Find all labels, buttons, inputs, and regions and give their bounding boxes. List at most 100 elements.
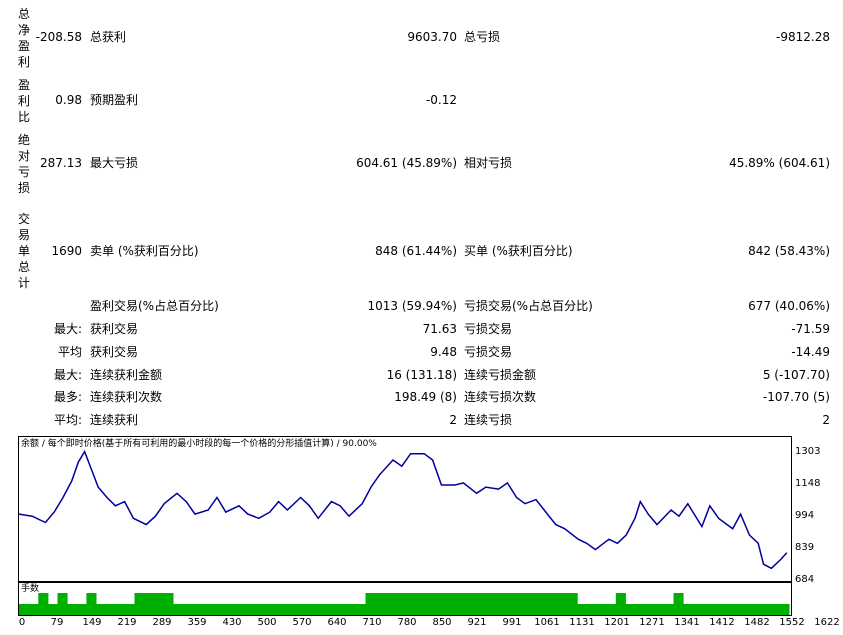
x-tick-label: 1201 bbox=[604, 617, 630, 628]
volume-bar bbox=[96, 604, 107, 615]
stat-row-left-label: 获利交易 bbox=[90, 345, 139, 359]
profit-trades-label: 盈利交易(%占总百分比) bbox=[90, 299, 219, 313]
x-tick-label: 1061 bbox=[534, 617, 560, 628]
stat-row-left-value: 16 (131.18) bbox=[386, 368, 457, 382]
volume-bar bbox=[394, 593, 405, 615]
volume-bar bbox=[19, 604, 30, 615]
stat-row-right-label: 亏损交易 bbox=[464, 345, 513, 359]
stat-row-right-value: -14.49 bbox=[791, 345, 830, 359]
stat-row-right-value: 2 bbox=[822, 413, 830, 427]
x-tick-label: 430 bbox=[222, 617, 242, 628]
volume-bar bbox=[86, 593, 97, 615]
x-tick-label: 1412 bbox=[709, 617, 735, 628]
volume-bar bbox=[67, 604, 78, 615]
volume-bar bbox=[221, 604, 232, 615]
volume-bar bbox=[134, 593, 145, 615]
volume-bar bbox=[384, 593, 395, 615]
volume-bar bbox=[596, 604, 607, 615]
balance-line bbox=[19, 449, 788, 570]
volume-bar bbox=[663, 604, 674, 615]
x-tick-label: 780 bbox=[397, 617, 417, 628]
volume-chart-svg bbox=[19, 593, 790, 615]
stat-row-left-label: 连续获利 bbox=[90, 413, 139, 427]
volume-bar bbox=[404, 593, 415, 615]
stat-row-prefix: 最大: bbox=[53, 368, 82, 382]
stat-row-right-label: 连续亏损次数 bbox=[464, 390, 537, 404]
x-tick-label: 149 bbox=[82, 617, 102, 628]
rel-drawdown-value: 45.89% (604.61) bbox=[729, 156, 830, 170]
x-tick-label: 1341 bbox=[674, 617, 700, 628]
balance-chart-svg bbox=[19, 449, 788, 570]
stat-row-prefix: 平均: bbox=[53, 413, 82, 427]
y-tick-label: 1148 bbox=[795, 478, 821, 489]
volume-bar bbox=[76, 604, 87, 615]
profit-trades-value: 1013 (59.94%) bbox=[367, 299, 457, 313]
volume-bar bbox=[211, 604, 222, 615]
x-tick-label: 921 bbox=[467, 617, 487, 628]
stat-row-left-label: 连续获利次数 bbox=[90, 390, 163, 404]
x-tick-label: 1622 bbox=[814, 617, 840, 628]
x-tick-label: 640 bbox=[327, 617, 347, 628]
max-drawdown-label: 最大亏损 bbox=[90, 156, 139, 170]
volume-bar bbox=[105, 604, 116, 615]
volume-bar bbox=[721, 604, 732, 615]
balance-chart: 余额 / 每个即时价格(基于所有可利用的最小时段的每一个价格的分形插值计算) /… bbox=[18, 436, 792, 582]
x-tick-label: 1552 bbox=[779, 617, 805, 628]
volume-bar bbox=[278, 604, 289, 615]
x-tick-label: 1131 bbox=[569, 617, 595, 628]
volume-bar bbox=[269, 604, 280, 615]
volume-bar bbox=[28, 604, 39, 615]
stat-row-left-label: 连续获利金额 bbox=[90, 368, 163, 382]
volume-bar bbox=[442, 593, 453, 615]
gross-profit-label: 总获利 bbox=[90, 30, 127, 44]
volume-label: 手数 bbox=[21, 584, 40, 594]
volume-bar bbox=[577, 604, 588, 615]
net-profit-value: -208.58 bbox=[35, 30, 82, 44]
stat-row-right-label: 连续亏损金额 bbox=[464, 368, 537, 382]
volume-bar bbox=[538, 593, 549, 615]
volume-bar bbox=[432, 593, 443, 615]
short-positions-value: 848 (61.44%) bbox=[375, 244, 457, 258]
stat-row-right-value: -71.59 bbox=[791, 322, 830, 336]
gross-profit-value: 9603.70 bbox=[407, 30, 457, 44]
volume-bar bbox=[182, 604, 193, 615]
volume-bar bbox=[327, 604, 338, 615]
total-trades-value: 1690 bbox=[51, 244, 82, 258]
x-tick-label: 79 bbox=[50, 617, 64, 628]
gross-loss-value: -9812.28 bbox=[776, 30, 830, 44]
volume-bar bbox=[615, 593, 626, 615]
x-tick-label: 359 bbox=[187, 617, 207, 628]
volume-bar bbox=[375, 593, 386, 615]
volume-bar bbox=[548, 593, 559, 615]
y-tick-label: 994 bbox=[795, 510, 815, 521]
stat-row-left-label: 获利交易 bbox=[90, 322, 139, 336]
short-positions-label: 卖单 (%获利百分比) bbox=[90, 244, 199, 258]
volume-bar bbox=[509, 593, 520, 615]
volume-bar bbox=[115, 604, 126, 615]
volume-bar bbox=[355, 604, 366, 615]
stat-row-right-label: 亏损交易 bbox=[464, 322, 513, 336]
volume-bar bbox=[558, 593, 569, 615]
volume-bar bbox=[413, 593, 424, 615]
long-positions-label: 买单 (%获利百分比) bbox=[464, 244, 573, 258]
volume-bar bbox=[635, 604, 646, 615]
x-tick-label: 850 bbox=[432, 617, 452, 628]
x-tick-label: 570 bbox=[292, 617, 312, 628]
volume-bar bbox=[567, 593, 578, 615]
volume-bar bbox=[240, 604, 251, 615]
volume-bar bbox=[471, 593, 482, 615]
x-tick-label: 991 bbox=[502, 617, 522, 628]
volume-bar bbox=[673, 593, 684, 615]
x-tick-label: 1271 bbox=[639, 617, 665, 628]
volume-bar bbox=[625, 604, 636, 615]
volume-bar bbox=[307, 604, 318, 615]
volume-bar bbox=[144, 593, 155, 615]
stat-row-left-value: 198.49 (8) bbox=[394, 390, 457, 404]
y-tick-label: 839 bbox=[795, 542, 815, 553]
max-drawdown-value: 604.61 (45.89%) bbox=[356, 156, 457, 170]
volume-bar bbox=[779, 604, 790, 615]
long-positions-value: 842 (58.43%) bbox=[748, 244, 830, 258]
volume-bar bbox=[298, 604, 309, 615]
volume-bar bbox=[317, 604, 328, 615]
volume-bar bbox=[760, 604, 771, 615]
